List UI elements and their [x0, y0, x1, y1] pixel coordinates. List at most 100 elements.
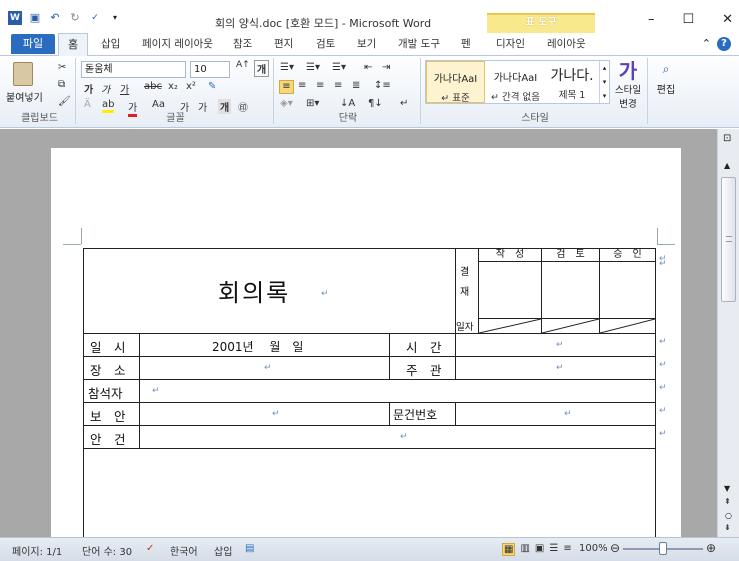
- subscript-icon[interactable]: x₂: [168, 81, 178, 92]
- draft-icon[interactable]: ≡: [563, 543, 571, 556]
- phonetic-guide-icon[interactable]: ✎: [208, 81, 216, 92]
- minimize-ribbon-icon[interactable]: ⌃: [702, 37, 711, 51]
- justify-icon[interactable]: ≡: [334, 80, 342, 91]
- font-name-box[interactable]: 돋움체: [81, 61, 186, 78]
- approval-sign-review[interactable]: [541, 261, 600, 319]
- minimize-icon[interactable]: –: [648, 12, 655, 27]
- label-cell-datetime[interactable]: 일 시: [83, 333, 140, 357]
- proofing-icon[interactable]: ✓: [146, 543, 154, 554]
- clear-format-icon[interactable]: 개: [254, 60, 270, 77]
- decrease-indent-icon[interactable]: ⇤: [364, 62, 372, 73]
- label-cell-attendees[interactable]: 참석자: [83, 379, 140, 403]
- outline-icon[interactable]: ☰: [549, 543, 558, 556]
- scroll-up-arrow[interactable]: ▲: [724, 161, 730, 170]
- browse-object-icon[interactable]: ○: [725, 511, 732, 520]
- strikethrough-icon[interactable]: abc: [144, 81, 162, 92]
- tab-home[interactable]: 홈: [58, 33, 88, 57]
- label-cell-security[interactable]: 보 안: [83, 402, 140, 426]
- numbering-icon[interactable]: ☰▾: [306, 62, 320, 73]
- title-cell[interactable]: 회의록 ↵: [83, 248, 456, 334]
- label-cell-agenda[interactable]: 안 건: [83, 425, 140, 449]
- shading-icon[interactable]: ◈▾: [280, 98, 293, 109]
- approval-sign-approve[interactable]: [599, 261, 656, 319]
- zoom-in-icon[interactable]: ⊕: [706, 541, 716, 555]
- tab-design[interactable]: 디자인: [496, 36, 525, 51]
- style-heading-1[interactable]: 가나다. 제목 1: [546, 61, 598, 103]
- zoom-level[interactable]: 100%: [579, 543, 608, 554]
- approval-header-approve[interactable]: 승 인: [599, 248, 656, 262]
- value-cell-datetime[interactable]: 2001년 월 일: [139, 333, 390, 357]
- gallery-scroll[interactable]: ▴ ▾ ▾: [599, 61, 609, 103]
- macro-record-icon[interactable]: ▤: [245, 543, 254, 554]
- status-words[interactable]: 단어 수: 30: [82, 543, 132, 558]
- value-cell-doc-number[interactable]: ↵: [455, 402, 656, 426]
- full-screen-icon[interactable]: ▥: [520, 543, 529, 556]
- multilevel-list-icon[interactable]: ☰▾: [332, 62, 346, 73]
- tab-pen[interactable]: 펜: [461, 36, 471, 51]
- increase-indent-icon[interactable]: ⇥: [382, 62, 390, 73]
- style-no-spacing[interactable]: 가나다AaI ↵ 간격 없음: [486, 61, 545, 103]
- status-language[interactable]: 한국어: [170, 543, 198, 558]
- line-spacing-icon[interactable]: ↕≡: [374, 80, 391, 91]
- bold-icon[interactable]: 가: [84, 81, 93, 96]
- tab-developer[interactable]: 개발 도구: [398, 36, 440, 51]
- distributed-icon[interactable]: ≣: [352, 80, 360, 91]
- tab-layout[interactable]: 레이아웃: [547, 36, 586, 51]
- value-cell-location[interactable]: ↵: [139, 356, 390, 380]
- customize-qat-icon[interactable]: ▾: [108, 11, 122, 25]
- asian-layout-icon[interactable]: ¶↓: [368, 98, 383, 109]
- prev-page-icon[interactable]: ⇞: [724, 497, 731, 506]
- redo-icon[interactable]: ↻: [68, 11, 82, 25]
- print-layout-icon[interactable]: ▦: [502, 543, 516, 556]
- spelling-icon[interactable]: ✓: [88, 11, 102, 25]
- approval-header-review[interactable]: 검 토: [541, 248, 600, 262]
- value-cell-organizer[interactable]: ↵: [455, 356, 656, 380]
- font-size-box[interactable]: 10: [190, 61, 230, 78]
- tab-view[interactable]: 보기: [357, 36, 376, 51]
- underline-icon[interactable]: 가: [120, 81, 129, 96]
- align-center-icon[interactable]: ≡: [298, 80, 306, 91]
- scroll-down-arrow[interactable]: ▼: [724, 484, 730, 493]
- borders-icon[interactable]: ⊞▾: [306, 98, 319, 109]
- bullets-icon[interactable]: ☰▾: [280, 62, 294, 73]
- tab-review[interactable]: 검토: [316, 36, 335, 51]
- document-area[interactable]: 회의록 ↵ 결 재 일자 작 성 검 토 승 인 일 시 2001년 월 일 시…: [0, 129, 717, 537]
- save-icon[interactable]: ▣: [28, 11, 42, 25]
- ruler-toggle-icon[interactable]: ⊡: [723, 133, 731, 144]
- content-cell[interactable]: [83, 448, 656, 537]
- italic-icon[interactable]: 가: [101, 81, 110, 96]
- style-normal[interactable]: 가나다AaI ↵ 표준: [426, 61, 485, 104]
- close-icon[interactable]: ✕: [722, 12, 733, 27]
- format-painter-icon[interactable]: 🖌: [58, 96, 71, 107]
- help-icon[interactable]: ?: [717, 37, 731, 51]
- tab-mailings[interactable]: 편지: [274, 36, 293, 51]
- value-cell-attendees[interactable]: ↵: [139, 379, 656, 403]
- approval-header-writer[interactable]: 작 성: [478, 248, 542, 262]
- sort-icon[interactable]: ↓A: [340, 98, 355, 109]
- label-cell-organizer[interactable]: 주 관: [389, 356, 456, 380]
- vertical-scrollbar[interactable]: ⊡ ▲ ▼ ⇞ ○ ⇟: [717, 129, 739, 537]
- approval-date-approve[interactable]: [599, 318, 656, 334]
- tab-insert[interactable]: 삽입: [101, 36, 120, 51]
- next-page-icon[interactable]: ⇟: [724, 523, 731, 532]
- cut-icon[interactable]: ✂: [58, 62, 66, 73]
- status-page[interactable]: 페이지: 1/1: [12, 543, 62, 558]
- value-cell-time[interactable]: ↵: [455, 333, 656, 357]
- value-cell-agenda[interactable]: ↵: [139, 425, 656, 449]
- scroll-thumb[interactable]: [721, 177, 736, 302]
- maximize-icon[interactable]: ☐: [682, 12, 694, 27]
- approval-sign-writer[interactable]: [478, 261, 542, 319]
- approval-date-writer[interactable]: [478, 318, 542, 334]
- approval-label-cell[interactable]: 결 재 일자: [455, 248, 479, 334]
- show-marks-icon[interactable]: ↵: [400, 98, 408, 109]
- tab-page-layout[interactable]: 페이지 레이아웃: [142, 36, 213, 51]
- value-cell-security[interactable]: ↵: [139, 402, 390, 426]
- document-page[interactable]: 회의록 ↵ 결 재 일자 작 성 검 토 승 인 일 시 2001년 월 일 시…: [51, 148, 681, 537]
- align-left-icon[interactable]: ≡: [279, 80, 294, 94]
- web-layout-icon[interactable]: ▣: [535, 543, 544, 556]
- label-cell-doc-number[interactable]: 문건번호: [389, 402, 456, 426]
- grow-font-icon[interactable]: A↑: [236, 60, 250, 70]
- tab-references[interactable]: 참조: [233, 36, 252, 51]
- zoom-slider-thumb[interactable]: [659, 542, 667, 555]
- undo-icon[interactable]: ↶: [48, 11, 62, 25]
